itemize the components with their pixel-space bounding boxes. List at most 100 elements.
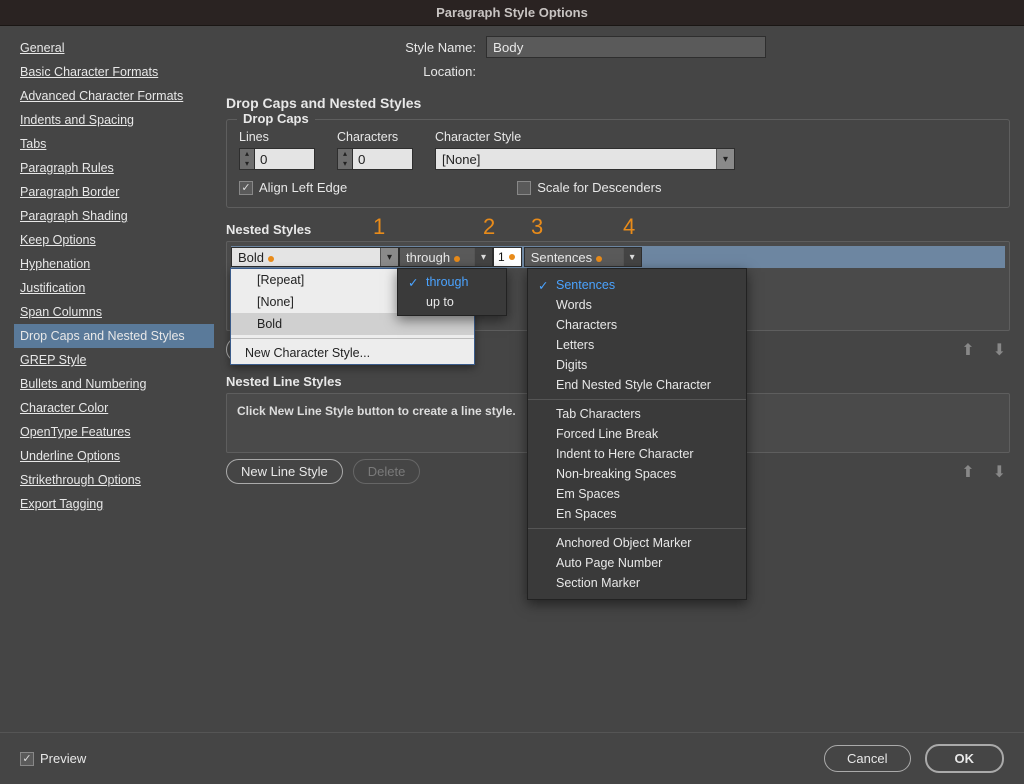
nested-style-value: Bold <box>238 250 264 265</box>
move-down-icon[interactable]: ⬇ <box>989 462 1010 482</box>
dropdown-item-words[interactable]: Words <box>528 295 746 315</box>
sidebar-item-bullets[interactable]: Bullets and Numbering <box>14 372 214 396</box>
chevron-down-icon[interactable]: ▾ <box>623 248 641 266</box>
characters-stepper[interactable]: ▴▾ <box>337 148 413 170</box>
nested-through-select[interactable]: through ▾ <box>399 247 493 267</box>
preview-checkbox[interactable] <box>20 752 34 766</box>
sidebar-item-dropcaps[interactable]: Drop Caps and Nested Styles <box>14 324 214 348</box>
nested-through-dropdown[interactable]: through up to <box>397 268 507 316</box>
dropdown-item-tab[interactable]: Tab Characters <box>528 404 746 424</box>
charstyle-value: [None] <box>436 152 716 167</box>
sidebar: General Basic Character Formats Advanced… <box>14 36 214 732</box>
scale-descenders-checkbox[interactable] <box>517 181 531 195</box>
sidebar-item-shading[interactable]: Paragraph Shading <box>14 204 214 228</box>
dropdown-item-letters[interactable]: Letters <box>528 335 746 355</box>
move-up-icon[interactable]: ⬆ <box>957 340 978 360</box>
nested-count-input[interactable]: 1 <box>493 247 522 267</box>
preview-label: Preview <box>40 751 86 766</box>
dropdown-item-section[interactable]: Section Marker <box>528 573 746 593</box>
move-down-icon[interactable]: ⬇ <box>989 340 1010 360</box>
lines-input[interactable] <box>255 148 315 170</box>
annotation-dot-icon <box>596 256 602 262</box>
dropdown-item-en[interactable]: En Spaces <box>528 504 746 524</box>
annotation-2: 2 <box>483 214 495 240</box>
dropdown-item-new-char-style[interactable]: New Character Style... <box>231 342 474 364</box>
dropdown-item-bold[interactable]: Bold <box>231 313 474 335</box>
sidebar-item-strike[interactable]: Strikethrough Options <box>14 468 214 492</box>
dropdown-separator <box>528 528 746 529</box>
sidebar-item-general[interactable]: General <box>14 36 214 60</box>
section-title: Drop Caps and Nested Styles <box>226 95 1010 111</box>
dropdown-item-end-nested[interactable]: End Nested Style Character <box>528 375 746 395</box>
chevron-down-icon[interactable]: ▾ <box>474 248 492 266</box>
sidebar-item-hyphen[interactable]: Hyphenation <box>14 252 214 276</box>
ok-button[interactable]: OK <box>925 744 1005 773</box>
annotation-dot-icon <box>509 254 515 260</box>
nested-unit-select[interactable]: Sentences ▾ <box>524 247 642 267</box>
sidebar-item-justification[interactable]: Justification <box>14 276 214 300</box>
sidebar-item-grep[interactable]: GREP Style <box>14 348 214 372</box>
sidebar-item-underline[interactable]: Underline Options <box>14 444 214 468</box>
chevron-down-icon[interactable]: ▾ <box>380 248 398 266</box>
nested-styles-section: Nested Styles 1 2 3 4 Bold ▾ <box>226 222 1010 362</box>
annotation-1: 1 <box>373 214 385 240</box>
drop-caps-group-title: Drop Caps <box>237 111 315 126</box>
window-titlebar: Paragraph Style Options <box>0 0 1024 26</box>
nested-styles-title: Nested Styles <box>226 222 1010 237</box>
nested-unit-value: Sentences <box>531 250 592 265</box>
stepper-arrows-icon[interactable]: ▴▾ <box>239 148 255 170</box>
dropdown-item-anchored[interactable]: Anchored Object Marker <box>528 533 746 553</box>
characters-label: Characters <box>337 130 413 144</box>
dropdown-item-digits[interactable]: Digits <box>528 355 746 375</box>
charstyle-select[interactable]: [None] ▾ <box>435 148 735 170</box>
dropdown-item-em[interactable]: Em Spaces <box>528 484 746 504</box>
nested-through-value: through <box>406 250 450 265</box>
scale-descenders-label: Scale for Descenders <box>537 180 661 195</box>
sidebar-item-color[interactable]: Character Color <box>14 396 214 420</box>
delete-line-style-button[interactable]: Delete <box>353 459 421 484</box>
stepper-arrows-icon[interactable]: ▴▾ <box>337 148 353 170</box>
dialog-footer: Preview Cancel OK <box>0 732 1024 784</box>
annotation-dot-icon <box>268 256 274 262</box>
sidebar-item-adv-char[interactable]: Advanced Character Formats <box>14 84 214 108</box>
move-up-icon[interactable]: ⬆ <box>957 462 978 482</box>
sidebar-item-export[interactable]: Export Tagging <box>14 492 214 516</box>
style-name-label: Style Name: <box>226 40 486 55</box>
dropdown-item-sentences[interactable]: Sentences <box>528 275 746 295</box>
annotation-3: 3 <box>531 214 543 240</box>
dropdown-item-upto[interactable]: up to <box>398 292 506 312</box>
window-title: Paragraph Style Options <box>436 5 588 20</box>
dropdown-item-forced-break[interactable]: Forced Line Break <box>528 424 746 444</box>
sidebar-item-rules[interactable]: Paragraph Rules <box>14 156 214 180</box>
sidebar-item-keep[interactable]: Keep Options <box>14 228 214 252</box>
dropdown-item-autopage[interactable]: Auto Page Number <box>528 553 746 573</box>
sidebar-item-border[interactable]: Paragraph Border <box>14 180 214 204</box>
style-name-input[interactable] <box>486 36 766 58</box>
sidebar-item-opentype[interactable]: OpenType Features <box>14 420 214 444</box>
annotation-dot-icon <box>454 256 460 262</box>
dropdown-item-nbsp[interactable]: Non-breaking Spaces <box>528 464 746 484</box>
sidebar-item-tabs[interactable]: Tabs <box>14 132 214 156</box>
align-left-checkbox[interactable] <box>239 181 253 195</box>
chevron-down-icon[interactable]: ▾ <box>716 149 734 169</box>
characters-input[interactable] <box>353 148 413 170</box>
dropdown-item-through[interactable]: through <box>398 272 506 292</box>
sidebar-item-basic-char[interactable]: Basic Character Formats <box>14 60 214 84</box>
dropdown-item-indent-here[interactable]: Indent to Here Character <box>528 444 746 464</box>
charstyle-label: Character Style <box>435 130 997 144</box>
dropdown-separator <box>231 338 474 339</box>
sidebar-item-indents[interactable]: Indents and Spacing <box>14 108 214 132</box>
annotation-4: 4 <box>623 214 635 240</box>
nested-styles-box: 1 2 3 4 Bold ▾ through ▾ <box>226 241 1010 331</box>
sidebar-item-span[interactable]: Span Columns <box>14 300 214 324</box>
new-line-style-button[interactable]: New Line Style <box>226 459 343 484</box>
cancel-button[interactable]: Cancel <box>824 745 910 772</box>
nested-unit-dropdown[interactable]: Sentences Words Characters Letters Digit… <box>527 268 747 600</box>
lines-label: Lines <box>239 130 315 144</box>
dropdown-separator <box>528 399 746 400</box>
nested-style-select[interactable]: Bold ▾ <box>231 247 399 267</box>
dropdown-item-characters[interactable]: Characters <box>528 315 746 335</box>
lines-stepper[interactable]: ▴▾ <box>239 148 315 170</box>
nested-style-row[interactable]: Bold ▾ through ▾ 1 Sentences ▾ <box>231 246 1005 268</box>
align-left-label: Align Left Edge <box>259 180 347 195</box>
